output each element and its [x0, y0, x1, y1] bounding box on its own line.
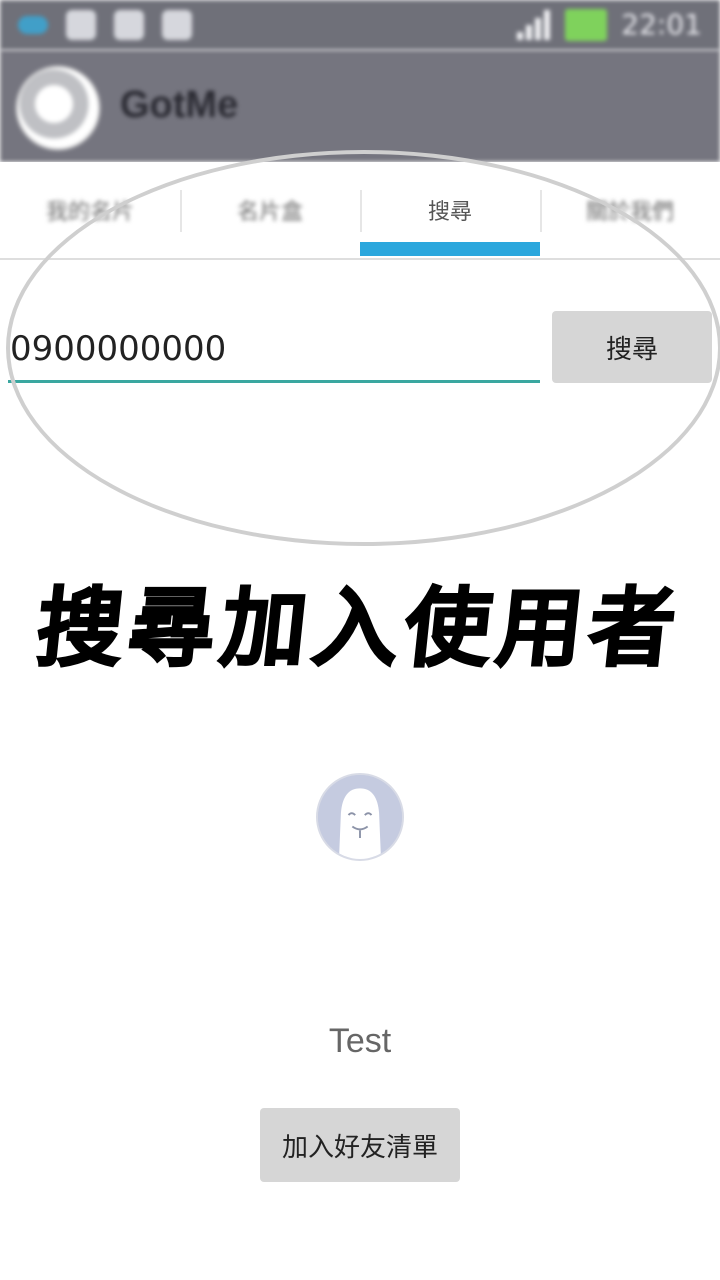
user-avatar: [316, 773, 404, 861]
cloud-icon: [18, 16, 48, 34]
tab-about-us[interactable]: 關於我們: [540, 162, 720, 258]
tab-label: 搜尋: [427, 200, 472, 225]
tab-label: 關於我們: [585, 200, 674, 225]
tab-label: 我的名片: [45, 200, 134, 225]
annotation-caption: 搜尋加入使用者: [31, 577, 688, 680]
pin-icon: [162, 10, 192, 40]
notification-icons: [18, 10, 192, 40]
system-indicators: 22:01: [517, 8, 702, 41]
status-bar: 22:01: [0, 0, 720, 50]
search-input[interactable]: [8, 318, 540, 383]
ghost-avatar-icon: [318, 775, 402, 859]
app-title: GotMe: [120, 84, 239, 126]
tab-my-card[interactable]: 我的名片: [0, 162, 180, 258]
signal-icon: [517, 9, 551, 40]
app-logo-icon: [16, 66, 100, 150]
tab-label: 名片盒: [236, 200, 303, 225]
chat-icon: [114, 10, 144, 40]
result-user-name: Test: [328, 1022, 392, 1060]
tab-card-box[interactable]: 名片盒: [180, 162, 360, 258]
active-tab-indicator: [360, 242, 540, 256]
add-friend-button[interactable]: 加入好友清單: [260, 1108, 460, 1182]
battery-icon: [565, 8, 608, 41]
app-bar: GotMe: [0, 50, 720, 162]
tab-bar: 我的名片 名片盒 搜尋 關於我們: [0, 162, 720, 260]
app-screen: 22:01 GotMe 我的名片 名片盒 搜尋 關於我們 搜尋 搜尋加入使用者: [0, 0, 720, 1280]
search-button[interactable]: 搜尋: [552, 311, 712, 383]
clock: 22:01: [621, 8, 702, 41]
email-icon: [66, 10, 96, 40]
